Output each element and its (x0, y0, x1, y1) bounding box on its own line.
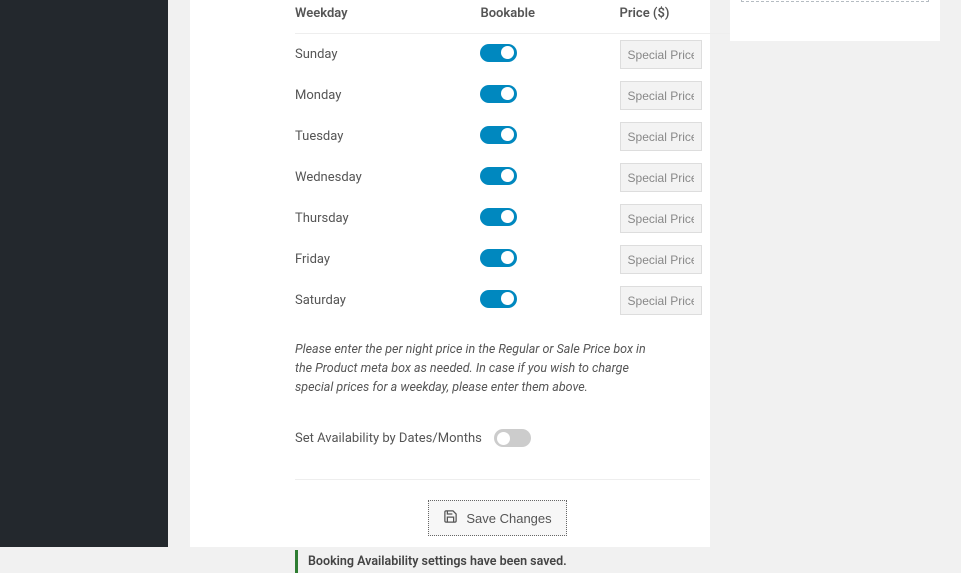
bookable-cell (480, 34, 619, 76)
left-sidebar (0, 0, 168, 547)
day-label: Sunday (295, 34, 480, 76)
day-label: Friday (295, 239, 480, 280)
content-card: Weekday Bookable Price ($) SundayMondayT… (190, 0, 710, 547)
bookable-toggle[interactable] (480, 167, 517, 185)
bookable-cell (480, 280, 619, 321)
table-row: Thursday (295, 198, 805, 239)
col-weekday: Weekday (295, 0, 480, 34)
divider (295, 479, 700, 480)
weekday-table: Weekday Bookable Price ($) SundayMondayT… (295, 0, 805, 321)
price-input[interactable] (620, 81, 702, 110)
price-cell (620, 75, 805, 116)
price-input[interactable] (620, 245, 702, 274)
price-input[interactable] (620, 40, 702, 69)
availability-row: Set Availability by Dates/Months (295, 429, 700, 447)
table-row: Friday (295, 239, 805, 280)
day-label: Tuesday (295, 116, 480, 157)
day-label: Thursday (295, 198, 480, 239)
save-icon (443, 509, 458, 527)
saved-alert: Booking Availability settings have been … (295, 550, 700, 573)
bookable-cell (480, 116, 619, 157)
day-label: Saturday (295, 280, 480, 321)
save-row: Save Changes (295, 500, 700, 536)
bookable-toggle[interactable] (480, 126, 517, 144)
price-input[interactable] (620, 163, 702, 192)
bookable-toggle[interactable] (480, 85, 517, 103)
side-card-placeholder (741, 0, 929, 2)
pricing-note: Please enter the per night price in the … (295, 341, 665, 397)
availability-label: Set Availability by Dates/Months (295, 431, 482, 446)
table-row: Sunday (295, 34, 805, 76)
main-area: Weekday Bookable Price ($) SundayMondayT… (168, 0, 961, 547)
bookable-cell (480, 157, 619, 198)
col-bookable: Bookable (480, 0, 619, 34)
bookable-cell (480, 239, 619, 280)
price-input[interactable] (620, 122, 702, 151)
save-button[interactable]: Save Changes (428, 500, 566, 536)
price-input[interactable] (620, 204, 702, 233)
price-input[interactable] (620, 286, 702, 315)
price-cell (620, 198, 805, 239)
price-cell (620, 157, 805, 198)
price-cell (620, 280, 805, 321)
table-row: Wednesday (295, 157, 805, 198)
availability-toggle[interactable] (494, 429, 531, 447)
price-cell (620, 116, 805, 157)
bookable-toggle[interactable] (480, 290, 517, 308)
save-button-label: Save Changes (466, 511, 551, 526)
bookable-cell (480, 198, 619, 239)
price-cell (620, 239, 805, 280)
day-label: Wednesday (295, 157, 480, 198)
bookable-toggle[interactable] (480, 44, 517, 62)
bookable-toggle[interactable] (480, 208, 517, 226)
table-row: Monday (295, 75, 805, 116)
bookable-cell (480, 75, 619, 116)
table-row: Tuesday (295, 116, 805, 157)
table-header-row: Weekday Bookable Price ($) (295, 0, 805, 34)
table-row: Saturday (295, 280, 805, 321)
side-card (730, 0, 940, 41)
bookable-toggle[interactable] (480, 249, 517, 267)
day-label: Monday (295, 75, 480, 116)
